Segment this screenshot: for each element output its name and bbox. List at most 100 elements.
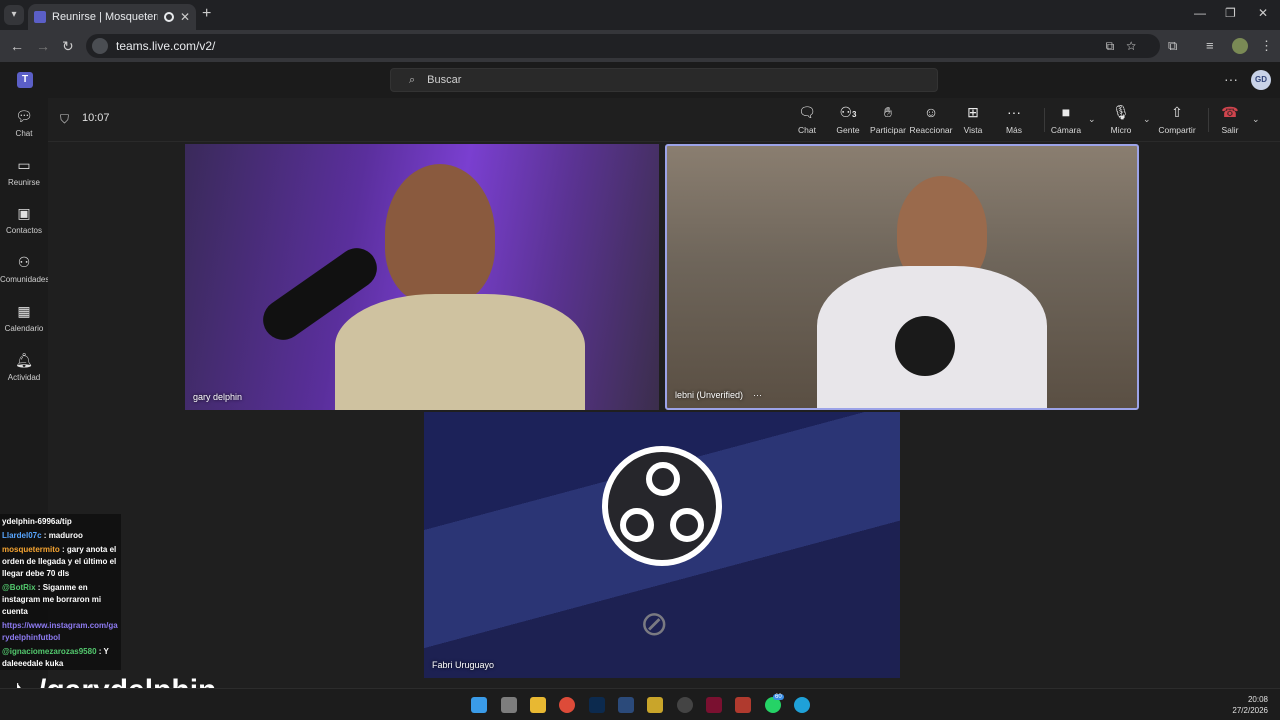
chat-message: Llardel07c : maduroo <box>2 530 119 542</box>
photoshop-icon[interactable] <box>589 697 605 713</box>
browser-tab[interactable]: Reunirse | Mosquetermos | M ✕ <box>28 4 196 30</box>
camera-off-icon: ⊘ <box>640 605 669 643</box>
chat-message: @ignaciomezarozas9580 : Y daleeedale kuk… <box>2 646 119 670</box>
address-bar-row: ← → ↻ teams.live.com/v2/ ⧉☆ ⧉ ≡ ⋮ <box>0 30 1280 62</box>
people-label: Gente <box>836 125 860 135</box>
tab-list-button[interactable]: ▾ <box>4 5 24 25</box>
minimize-icon[interactable]: — <box>1194 6 1206 20</box>
teams-top-bar: T ⌕ Buscar ··· GD <box>0 62 1280 98</box>
url-text[interactable]: teams.live.com/v2/ <box>116 39 215 53</box>
chat-user: @ignaciomezarozas9580 <box>2 647 97 656</box>
participant-shirt <box>335 294 585 410</box>
rail-item-contactos[interactable]: ▣ Contactos <box>0 205 48 235</box>
chat-label: Chat <box>798 125 816 135</box>
leave-options-chevron-icon[interactable]: ⌄ <box>1252 114 1260 125</box>
back-icon[interactable]: ← <box>10 38 24 54</box>
user-avatar[interactable]: GD <box>1251 70 1271 90</box>
mic-button[interactable]: 🎙︎ Micro <box>1096 104 1146 135</box>
omnibox-actions[interactable]: ⧉☆ <box>1106 39 1148 54</box>
rail-item-reunirse[interactable]: ▭ Reunirse <box>0 157 48 187</box>
obs-logo-dot <box>646 462 680 496</box>
tab-title: Reunirse | Mosquetermos | M <box>52 11 158 23</box>
video-tile[interactable]: gary delphin <box>185 144 659 410</box>
app-icon[interactable] <box>706 697 722 713</box>
clock-time: 20:08 <box>1247 695 1268 704</box>
chat-message: mosquetermito : gary anota el orden de l… <box>2 544 119 580</box>
window-close-icon[interactable]: ✕ <box>1258 6 1268 20</box>
bookmark-star-icon[interactable]: ☆ <box>1126 39 1148 53</box>
raise-label: Participar <box>870 125 906 135</box>
meeting-timer: 10:07 <box>82 112 110 124</box>
browser-tab-bar: ▾ Reunirse | Mosquetermos | M ✕ + — ❐ ✕ <box>0 0 1280 30</box>
share-label: Compartir <box>1158 125 1196 135</box>
stream-chat-overlay: ydelphin-6996a/tip Llardel07c : maduroo … <box>0 514 121 670</box>
rail-item-label: Comunidades <box>0 275 50 284</box>
extensions-icon[interactable]: ⧉ <box>1168 38 1177 54</box>
rail-item-calendario[interactable]: ▦ Calendario <box>0 303 48 333</box>
edge-icon[interactable] <box>794 697 810 713</box>
rail-item-actividad[interactable]: 🔔︎ Actividad <box>0 352 48 382</box>
browser-menu-icon[interactable]: ⋮ <box>1260 38 1273 54</box>
chat-icon: 💬︎ <box>15 108 33 124</box>
rail-item-label: Actividad <box>7 373 41 382</box>
chat-user: Llardel07c <box>2 531 42 540</box>
chat-user: @BotRix <box>2 583 36 592</box>
system-clock[interactable]: 20:08 27/2/2026 <box>1232 694 1268 716</box>
contacts-icon: ▣ <box>17 205 31 221</box>
leave-button[interactable]: ☎︎ Salir <box>1205 104 1255 135</box>
share-screen-icon: ⇧ <box>1171 104 1183 120</box>
chat-user: mosquetermito <box>2 545 60 554</box>
microphone-icon: 🎙︎ <box>1112 104 1130 120</box>
video-tile[interactable]: ⊘ Fabri Uruguayo <box>424 412 900 678</box>
rail-item-label: Contactos <box>5 226 43 235</box>
rail-item-label: Reunirse <box>7 178 40 187</box>
davinci-icon[interactable] <box>618 697 634 713</box>
more-options-icon[interactable]: ··· <box>1224 71 1238 87</box>
participant-video <box>385 164 495 304</box>
camera-options-chevron-icon[interactable]: ⌄ <box>1088 114 1096 125</box>
chat-message: @BotRix : Siganme en instagram me borrar… <box>2 582 119 618</box>
site-info-icon[interactable] <box>92 38 108 54</box>
tab-close-icon[interactable]: ✕ <box>180 10 190 24</box>
chrome-icon[interactable] <box>559 697 575 713</box>
recording-icon <box>163 12 174 22</box>
obs-logo-inner <box>608 452 716 560</box>
app-icon[interactable] <box>735 697 751 713</box>
meeting-stage: gary delphin lebni (Unverified) ··· ⊘ Fab… <box>48 142 1280 688</box>
mic-label: Micro <box>1110 125 1132 135</box>
obs-icon[interactable] <box>677 697 693 713</box>
search-placeholder: Buscar <box>427 74 462 86</box>
chat-text: ydelphin-6996a/tip <box>2 517 72 526</box>
task-view-icon[interactable] <box>501 697 517 713</box>
video-tile-active-speaker[interactable]: lebni (Unverified) ··· <box>665 144 1139 410</box>
forward-icon[interactable]: → <box>36 38 50 54</box>
file-explorer-icon[interactable] <box>530 697 546 713</box>
search-icon: ⌕ <box>409 73 416 86</box>
camera-icon: ■ <box>1061 104 1071 120</box>
more-label: Más <box>1005 125 1023 135</box>
app-icon[interactable] <box>647 697 663 713</box>
shield-icon: ⛉ <box>60 112 70 126</box>
search-input[interactable]: ⌕ Buscar <box>390 68 938 92</box>
obs-logo-icon <box>602 446 722 566</box>
rail-item-comunidades[interactable]: ⚇ Comunidades <box>0 254 50 284</box>
more-button[interactable]: ··· Más <box>989 104 1039 135</box>
media-control-icon[interactable]: ≡ <box>1206 38 1214 53</box>
windows-start-icon[interactable] <box>471 697 487 713</box>
participant-more-icon[interactable]: ··· <box>753 390 762 400</box>
rail-item-label: Calendario <box>4 324 44 333</box>
omnibox[interactable]: teams.live.com/v2/ ⧉☆ <box>86 34 1160 58</box>
video-icon: ▭ <box>17 157 31 173</box>
camera-button[interactable]: ■ Cámara <box>1041 104 1091 135</box>
restore-icon[interactable]: ❐ <box>1225 6 1236 20</box>
leave-label: Salir <box>1221 125 1239 135</box>
browser-profile-avatar[interactable] <box>1232 38 1248 54</box>
new-tab-button[interactable]: + <box>202 5 211 23</box>
reload-icon[interactable]: ↻ <box>62 38 74 55</box>
mic-options-chevron-icon[interactable]: ⌄ <box>1143 114 1151 125</box>
share-button[interactable]: ⇧ Compartir <box>1152 104 1202 135</box>
rail-item-chat[interactable]: 💬︎ Chat <box>0 108 48 138</box>
people-count: 3 <box>852 110 857 119</box>
participant-name: Fabri Uruguayo <box>432 660 495 670</box>
cast-icon[interactable]: ⧉ <box>1106 39 1127 53</box>
